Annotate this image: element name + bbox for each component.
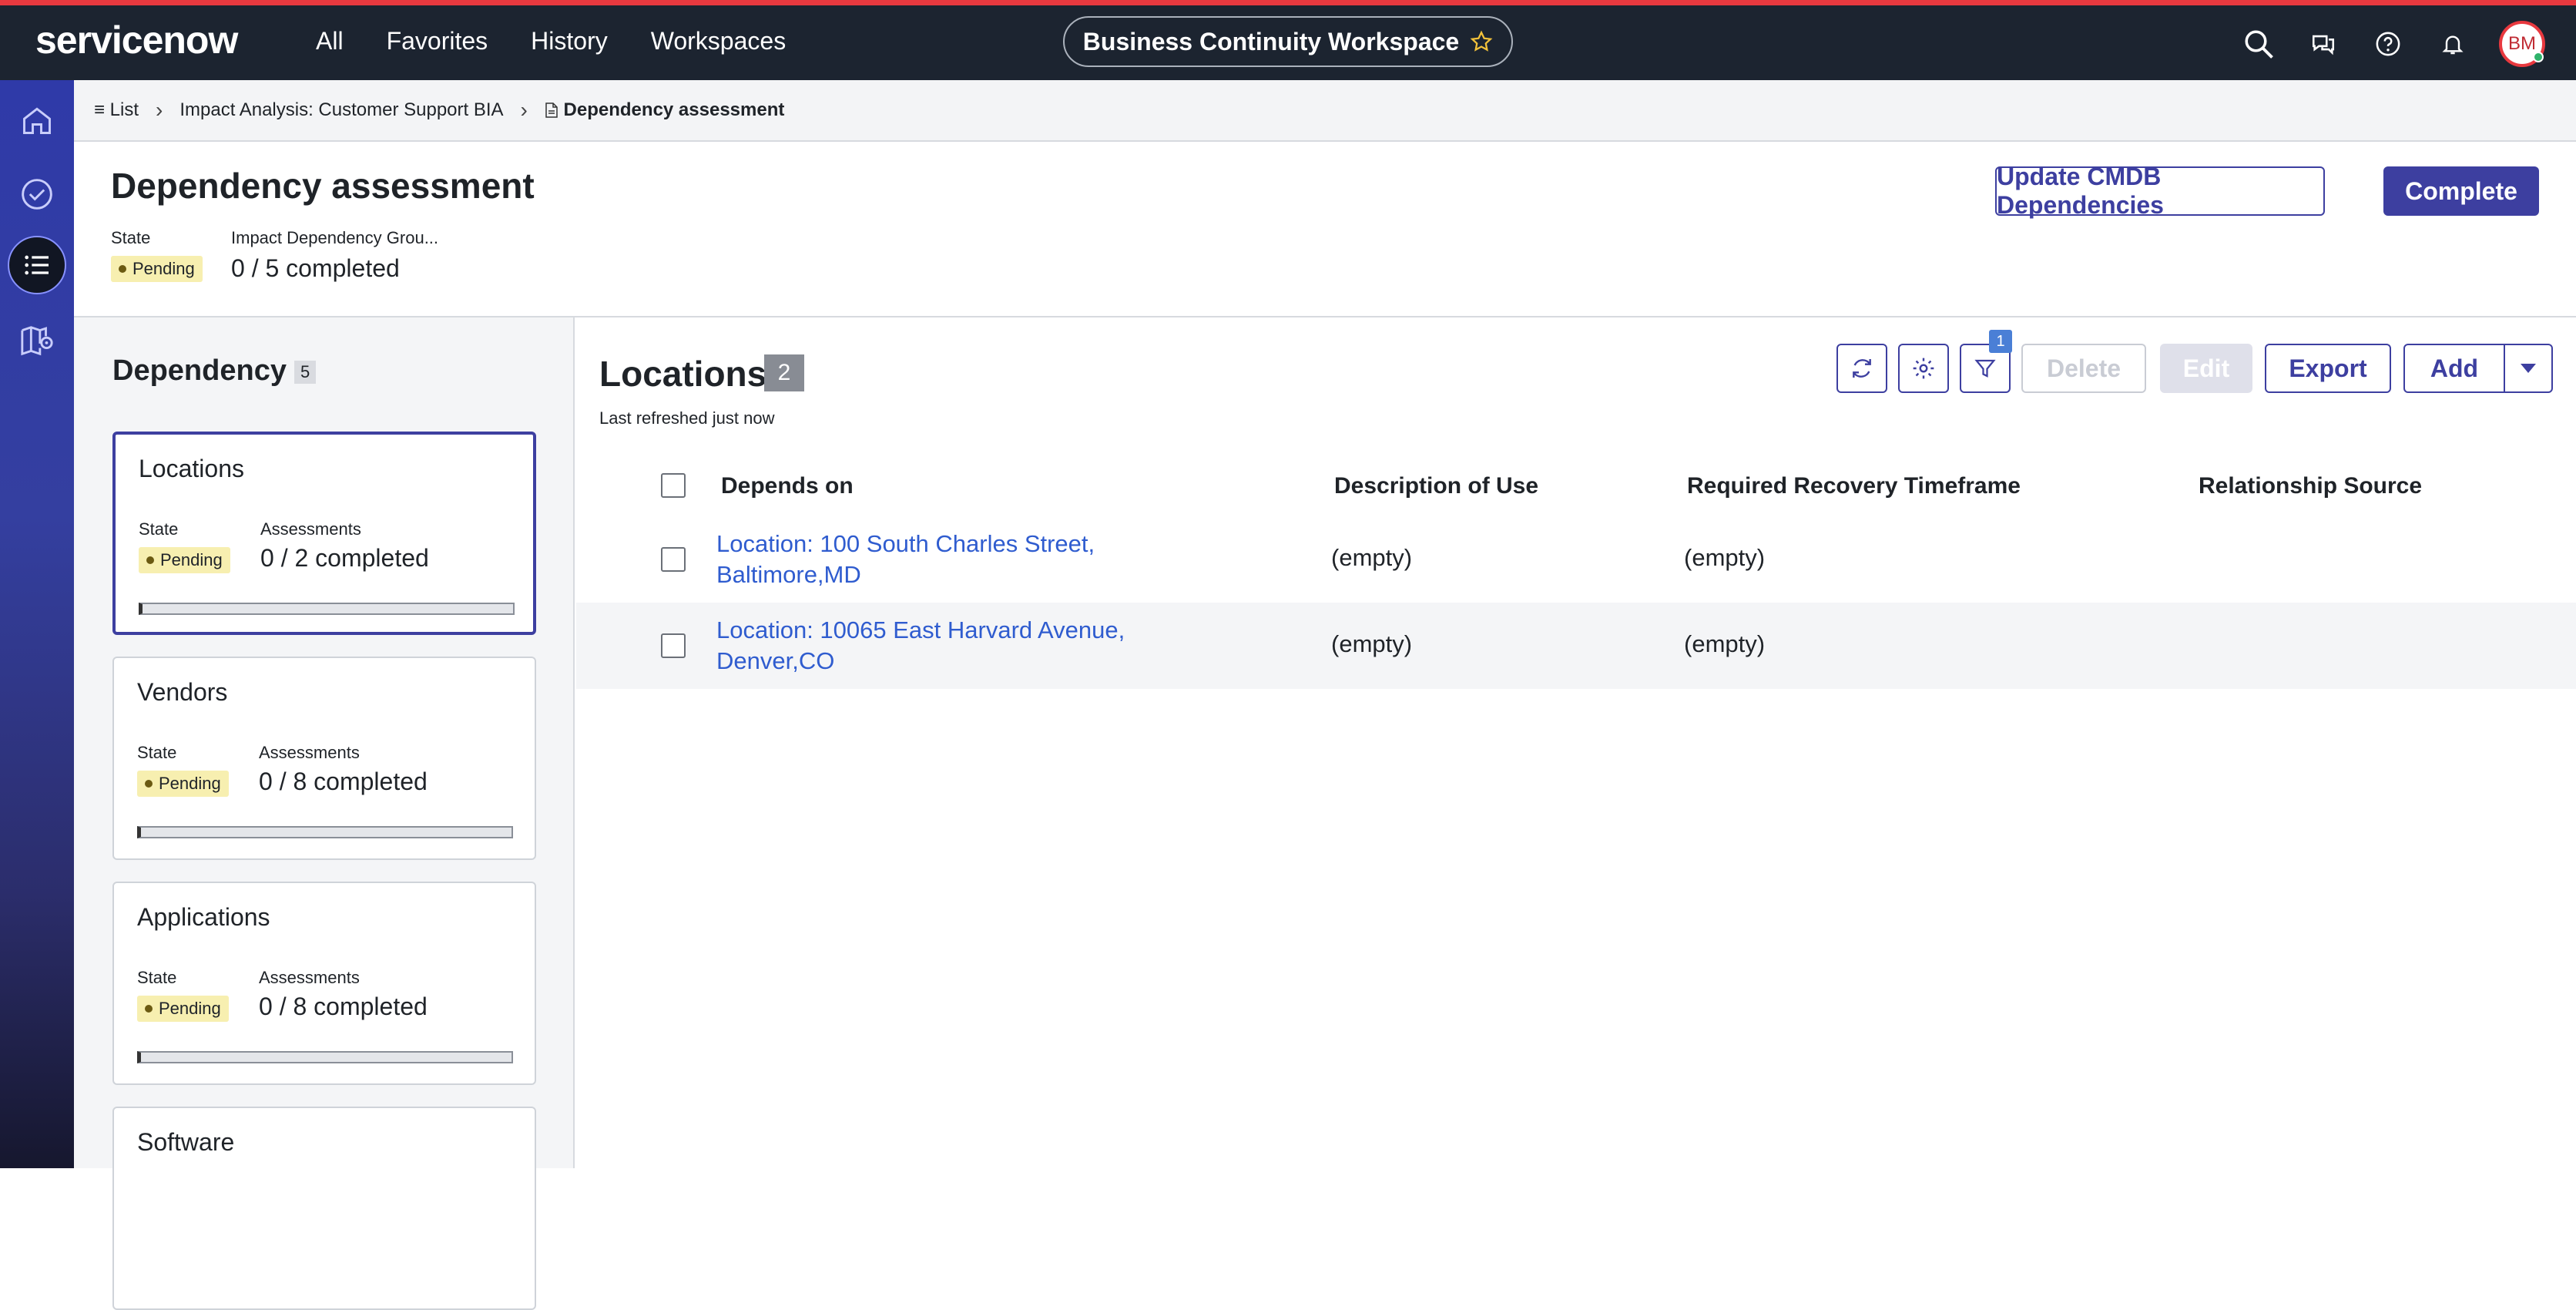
search-icon[interactable] [2240, 25, 2277, 62]
row-checkbox[interactable] [661, 547, 686, 572]
chat-icon[interactable] [2305, 25, 2342, 62]
complete-button[interactable]: Complete [2383, 166, 2539, 216]
state-badge: Pending [137, 771, 229, 797]
nav-workspaces[interactable]: Workspaces [651, 27, 786, 55]
card-assessments-value: 0 / 8 completed [259, 768, 428, 795]
list-title: Locations [599, 354, 767, 394]
depends-on-link[interactable]: Location: 10065 East Harvard Avenue, Den… [716, 615, 1179, 677]
timeframe-cell[interactable]: (empty) [1684, 544, 1765, 572]
nav-favorites[interactable]: Favorites [387, 27, 488, 55]
card-state-label: State [137, 968, 177, 987]
status-dot [145, 780, 153, 788]
card-assessments-label: Assessments [259, 743, 360, 762]
card-title: Applications [137, 903, 270, 931]
state-label: State [111, 228, 151, 247]
column-description-of-use[interactable]: Description of Use [1334, 473, 1538, 499]
description-cell[interactable]: (empty) [1331, 630, 1412, 658]
card-assessments-value: 0 / 8 completed [259, 993, 428, 1020]
last-refreshed-text: Last refreshed just now [599, 408, 775, 428]
map-icon[interactable] [8, 311, 66, 370]
status-dot [119, 265, 126, 273]
select-all-checkbox[interactable] [661, 473, 686, 498]
progress-bar [137, 1051, 513, 1063]
servicenow-logo[interactable]: servicenow [35, 18, 238, 62]
refresh-icon [1853, 359, 1871, 378]
caret-down-icon [2521, 364, 2536, 373]
depends-on-link[interactable]: Location: 100 South Charles Street, Balt… [716, 529, 1179, 590]
breadcrumb-list[interactable]: ≡ List [94, 99, 139, 121]
dependency-panel-title: Dependency [112, 354, 287, 387]
nav-history[interactable]: History [531, 27, 608, 55]
top-nav-menu: All Favorites History Workspaces [316, 27, 786, 55]
card-assessments-label: Assessments [260, 519, 361, 539]
card-assessments-label: Assessments [259, 968, 360, 987]
star-icon[interactable] [1470, 30, 1493, 53]
refresh-button[interactable] [1836, 344, 1887, 393]
column-relationship-source[interactable]: Relationship Source [2199, 473, 2422, 499]
progress-bar [137, 826, 513, 838]
column-depends-on[interactable]: Depends on [721, 473, 854, 499]
state-badge: Pending [139, 547, 230, 573]
card-state-label: State [139, 519, 179, 539]
breadcrumb-parent[interactable]: Impact Analysis: Customer Support BIA [179, 99, 503, 121]
home-icon[interactable] [8, 91, 66, 149]
record-header: Dependency assessment State Pending Impa… [74, 142, 2576, 317]
breadcrumb-current: Dependency assessment [545, 99, 784, 121]
state-badge: Pending [137, 996, 229, 1022]
impact-dependency-group-label: Impact Dependency Grou... [231, 228, 439, 247]
description-cell[interactable]: (empty) [1331, 544, 1412, 572]
column-required-recovery-timeframe[interactable]: Required Recovery Timeframe [1687, 473, 2021, 499]
filter-icon [1974, 359, 1996, 378]
filter-count-badge: 1 [1989, 330, 2012, 353]
update-cmdb-dependencies-button[interactable]: Update CMDB Dependencies [1995, 163, 2325, 219]
card-state-label: State [137, 743, 177, 762]
workspace-switcher[interactable]: Business Continuity Workspace [1063, 16, 1513, 67]
gear-icon [1913, 358, 1934, 379]
user-initials: BM [2508, 33, 2536, 54]
workspace-label: Business Continuity Workspace [1082, 27, 1460, 55]
list-count-badge: 2 [764, 354, 804, 391]
top-navigation-bar: servicenow All Favorites History Workspa… [0, 0, 2576, 80]
status-dot [145, 1005, 153, 1013]
chevron-right-icon: › [156, 98, 163, 122]
online-status-dot [2533, 52, 2544, 62]
edit-button[interactable]: Edit [2160, 344, 2252, 393]
row-checkbox[interactable] [661, 633, 686, 658]
nav-all[interactable]: All [316, 27, 344, 55]
breadcrumb: ≡ List › Impact Analysis: Customer Suppo… [74, 80, 2576, 142]
add-button[interactable]: Add [2403, 344, 2505, 393]
card-assessments-value: 0 / 2 completed [260, 544, 429, 572]
dependency-card-vendors[interactable]: Vendors State Assessments Pending 0 / 8 … [112, 657, 536, 860]
settings-button[interactable] [1898, 344, 1949, 393]
user-avatar[interactable]: BM [2499, 21, 2545, 67]
dependency-card-software[interactable]: Software [112, 1107, 536, 1310]
table-row: Location: 100 South Charles Street, Balt… [576, 516, 2576, 603]
document-icon [545, 102, 558, 118]
top-utility-icons: BM [2240, 21, 2545, 67]
add-dropdown-button[interactable] [2504, 344, 2553, 393]
table-row: Location: 10065 East Harvard Avenue, Den… [576, 603, 2576, 689]
check-circle-icon[interactable] [8, 165, 66, 223]
dependency-panel: Dependency 5 Locations State Assessments… [74, 317, 575, 1310]
chevron-right-icon: › [520, 98, 528, 122]
left-rail [0, 80, 74, 1168]
dependency-count-badge: 5 [294, 361, 317, 384]
timeframe-cell[interactable]: (empty) [1684, 630, 1765, 658]
list-icon[interactable] [8, 236, 66, 294]
help-icon[interactable] [2370, 25, 2407, 62]
progress-bar [139, 603, 515, 615]
status-dot [146, 556, 154, 564]
impact-dependency-group-value: 0 / 5 completed [231, 254, 400, 282]
locations-list: Locations 2 Last refreshed just now 1 De… [576, 317, 2576, 1168]
bell-icon[interactable] [2434, 25, 2471, 62]
export-button[interactable]: Export [2265, 344, 2391, 393]
card-title: Software [137, 1128, 235, 1156]
state-badge: Pending [111, 256, 203, 282]
dependency-card-locations[interactable]: Locations State Assessments Pending 0 / … [112, 432, 536, 635]
page-title: Dependency assessment [111, 166, 535, 206]
dependency-card-applications[interactable]: Applications State Assessments Pending 0… [112, 882, 536, 1085]
card-title: Locations [139, 455, 244, 482]
delete-button[interactable]: Delete [2021, 344, 2146, 393]
card-title: Vendors [137, 678, 228, 706]
